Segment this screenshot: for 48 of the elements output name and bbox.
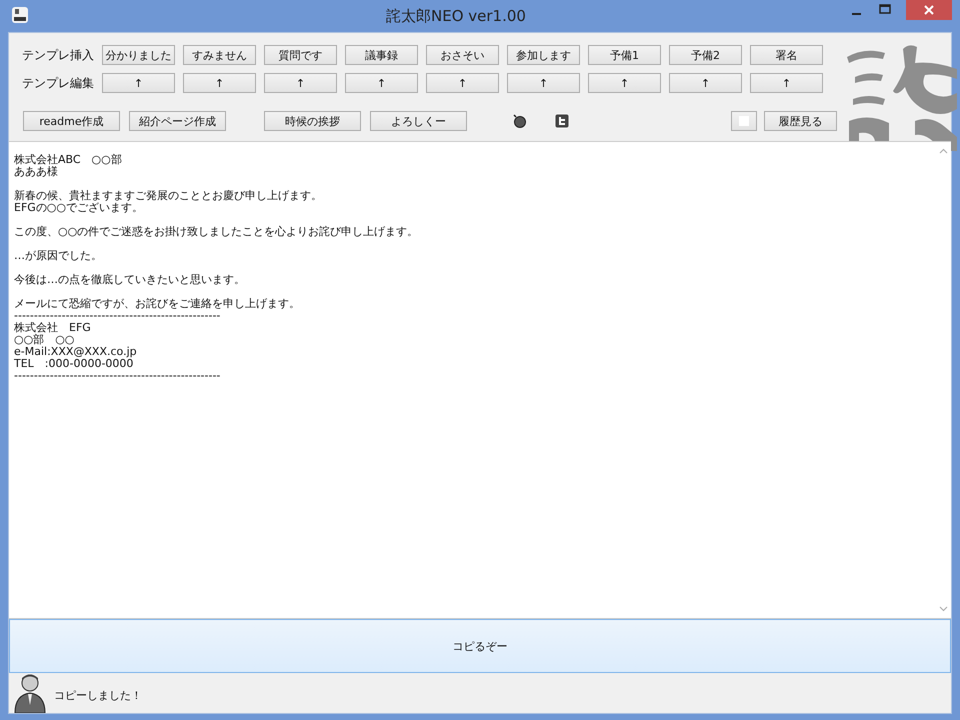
tool-button[interactable]: readme作成 [23,111,120,131]
window-title: 詫太郎NEO ver1.00 [385,6,527,26]
tool-button[interactable]: 時候の挨拶 [264,111,361,131]
square-icon [739,116,749,126]
close-button[interactable] [906,0,952,20]
row-label: テンプレ編集 [21,74,95,92]
template-button[interactable]: ↑ [507,73,580,93]
template-button[interactable]: ↑ [588,73,661,93]
template-button[interactable]: ↑ [264,73,337,93]
text-line: この度、○○の件でご迷惑をお掛け致しましたことを心よりお詫び申し上げます。 [14,226,420,238]
text-line: 株式会社ABC ○○部 [14,154,123,166]
template-button[interactable]: 分かりました [102,45,175,65]
app-icon [12,7,28,23]
template-button[interactable]: 参加します [507,45,580,65]
text-line: メールにて恐縮ですが、お詫びをご連絡を申し上げます。 [14,298,301,310]
template-button[interactable]: すみません [183,45,256,65]
text-line: 今後は…の点を徹底していきたいと思います。 [14,274,246,286]
text-line: ---------------------------------------------------- [14,310,222,322]
template-button[interactable]: おさそい [426,45,499,65]
template-button[interactable]: ↑ [669,73,742,93]
tool-button[interactable]: 紹介ページ作成 [129,111,226,131]
row-label: テンプレ挿入 [21,46,95,64]
template-button[interactable]: 予備1 [588,45,661,65]
bomb-icon[interactable] [513,114,527,128]
scroll-down-icon[interactable] [939,606,948,612]
template-button[interactable]: 議事録 [345,45,418,65]
status-message: コピーしました！ [54,688,142,703]
text-line: TEL :000-0000-0000 [14,358,134,370]
text-line: ○○部 ○○ [14,334,76,346]
template-button[interactable]: ↑ [102,73,175,93]
template-button[interactable]: ↑ [750,73,823,93]
template-button[interactable]: 署名 [750,45,823,65]
template-button[interactable]: ↑ [426,73,499,93]
history-button[interactable]: 履歴見る [764,111,837,131]
template-button[interactable]: 質問です [264,45,337,65]
scroll-up-icon[interactable] [939,148,948,154]
text-line: 株式会社 EFG [14,322,92,334]
copy-button[interactable]: コピるぞー [9,619,951,673]
template-button[interactable]: 予備2 [669,45,742,65]
template-button[interactable]: ↑ [183,73,256,93]
text-line: あああ様 [14,166,59,178]
text-line: …が原因でした。 [14,250,103,262]
text-line: 新春の候、貴社ますますご発展のこととお慶び申し上げます。 [14,190,323,202]
tool-button[interactable]: よろしくー [370,111,467,131]
template-button[interactable]: ↑ [345,73,418,93]
text-line: ---------------------------------------------------- [14,370,222,382]
text-line: e-Mail:XXX@XXX.co.jp [14,346,138,358]
text-line: EFGの○○でございます。 [14,202,144,214]
